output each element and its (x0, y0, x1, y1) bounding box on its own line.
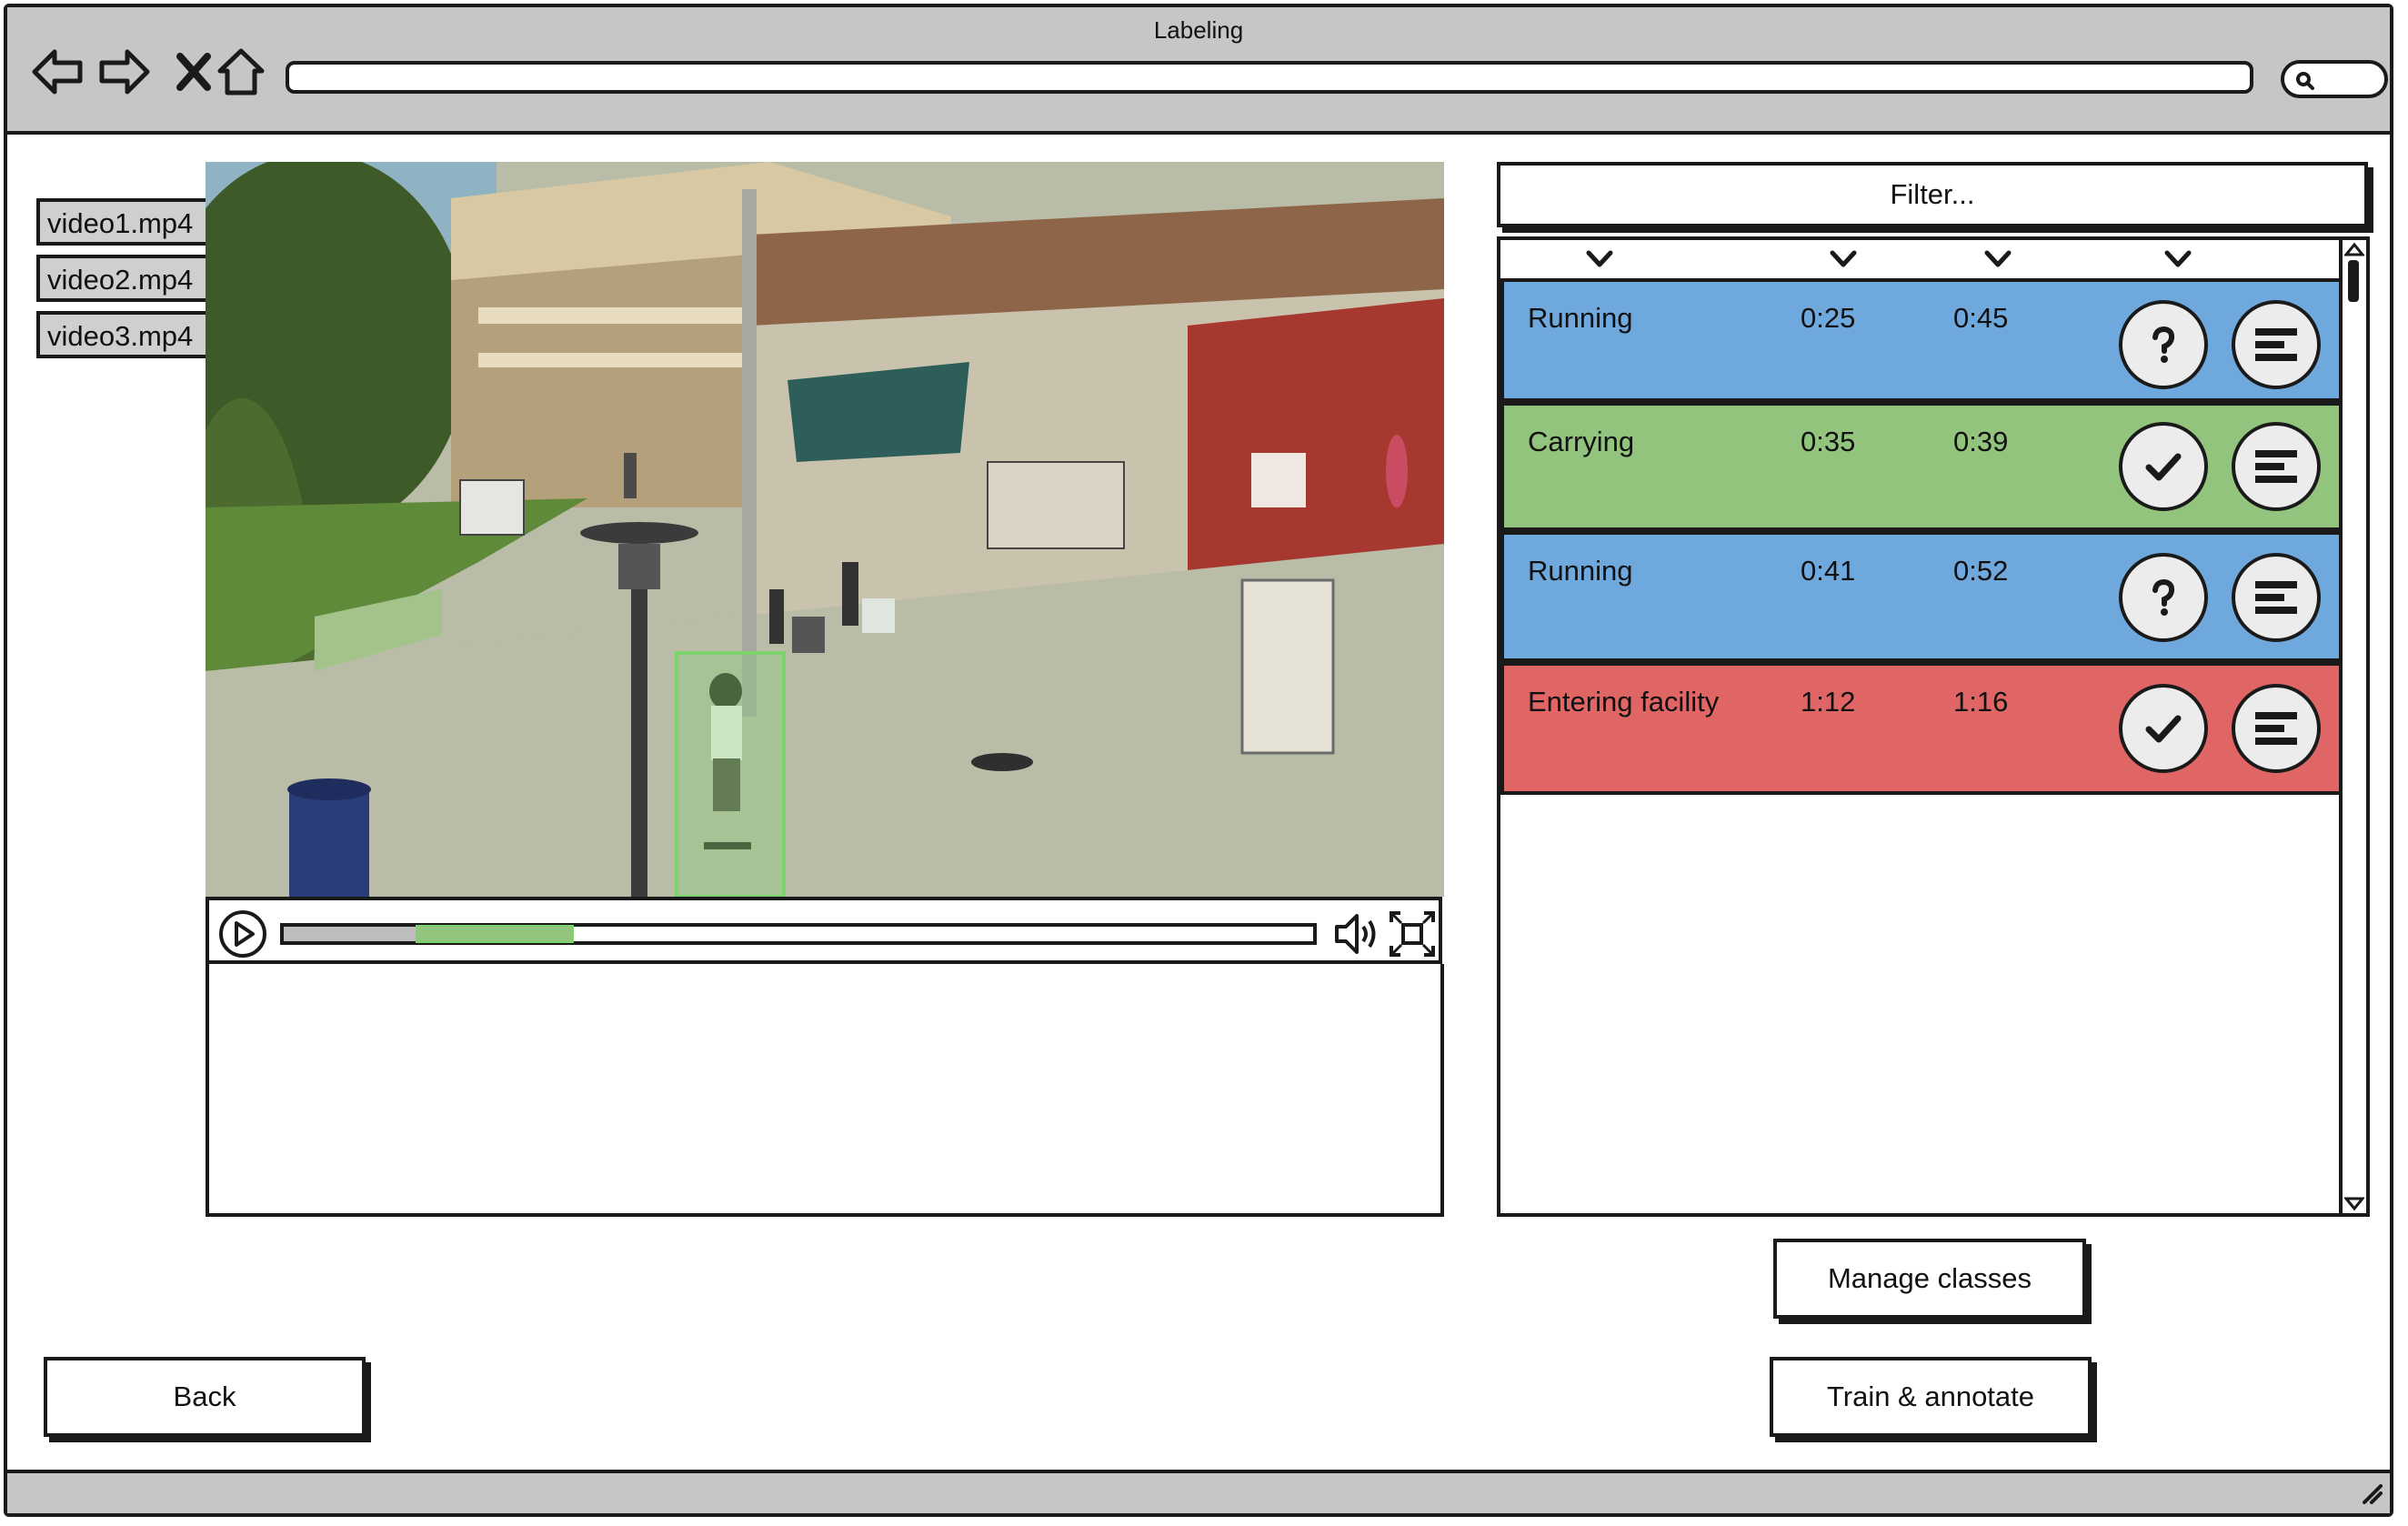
search-icon (2296, 72, 2314, 90)
bounding-box[interactable] (675, 651, 786, 897)
file-tab-label: video1.mp4 (47, 207, 194, 239)
annotation-label: Running (1528, 555, 1633, 587)
manage-classes-label: Manage classes (1827, 1262, 2032, 1294)
video-frame[interactable] (206, 162, 1444, 897)
window-title: Labeling (1153, 16, 1244, 44)
train-annotate-label: Train & annotate (1826, 1380, 2035, 1412)
annotation-start-time: 0:35 (1801, 426, 1856, 457)
file-tab-label: video2.mp4 (47, 264, 194, 296)
fullscreen-icon[interactable] (1388, 909, 1437, 959)
title-bar: Labeling (7, 7, 2390, 135)
annotation-label: Running (1528, 302, 1633, 334)
file-tab-video2[interactable]: video2.mp4 (36, 255, 218, 302)
list-icon (2255, 328, 2297, 361)
question-icon (2152, 326, 2175, 363)
manage-classes-button[interactable]: Manage classes (1773, 1239, 2086, 1319)
annotation-end-time: 1:16 (1953, 686, 2009, 718)
file-tab-label: video3.mp4 (47, 320, 194, 352)
scroll-down-icon[interactable] (2344, 1197, 2364, 1211)
status-bar (7, 1470, 2390, 1513)
chevron-down-icon[interactable] (2162, 247, 2193, 271)
annotation-label: Carrying (1528, 426, 1635, 457)
annotation-label: Entering facility (1528, 686, 1720, 718)
home-icon[interactable] (213, 44, 269, 100)
check-icon (2145, 453, 2182, 481)
scroll-thumb[interactable] (2348, 260, 2359, 302)
annotation-end-time: 0:45 (1953, 302, 2009, 334)
volume-icon[interactable] (1331, 909, 1382, 959)
status-button[interactable] (2119, 684, 2208, 773)
video-description-area[interactable] (206, 964, 1444, 1217)
filter-input[interactable]: Filter... (1497, 162, 2368, 227)
address-bar[interactable] (286, 61, 2253, 94)
forward-arrow-icon[interactable] (96, 44, 153, 100)
video-scene-image (206, 162, 1444, 897)
annotation-start-time: 0:41 (1801, 555, 1856, 587)
details-button[interactable] (2232, 300, 2321, 389)
annotation-row[interactable]: Entering facility 1:12 1:16 (1500, 662, 2343, 795)
back-button[interactable]: Back (44, 1357, 366, 1437)
details-button[interactable] (2232, 684, 2321, 773)
filter-placeholder: Filter... (1890, 178, 1975, 210)
browser-search-field[interactable] (2281, 60, 2388, 98)
status-button[interactable] (2119, 553, 2208, 642)
back-label: Back (173, 1380, 236, 1412)
play-icon[interactable] (216, 908, 269, 960)
timeline-progress (284, 927, 418, 941)
scroll-up-icon[interactable] (2344, 242, 2364, 256)
details-button[interactable] (2232, 553, 2321, 642)
check-icon (2145, 715, 2182, 743)
chevron-down-icon[interactable] (1982, 247, 2013, 271)
file-tab-video3[interactable]: video3.mp4 (36, 311, 218, 358)
list-scrollbar[interactable] (2339, 240, 2366, 1213)
list-icon (2255, 581, 2297, 614)
timeline-segment-highlight (416, 925, 574, 943)
annotation-end-time: 0:52 (1953, 555, 2009, 587)
annotation-start-time: 0:25 (1801, 302, 1856, 334)
list-icon (2255, 712, 2297, 745)
status-button[interactable] (2119, 422, 2208, 511)
annotation-row[interactable]: Running 0:41 0:52 (1500, 531, 2343, 662)
annotation-list: Running 0:25 0:45 Carrying 0:35 0:39 Run (1497, 236, 2370, 1217)
back-arrow-icon[interactable] (29, 44, 85, 100)
chevron-down-icon[interactable] (1584, 247, 1615, 271)
train-annotate-button[interactable]: Train & annotate (1770, 1357, 2092, 1437)
question-icon (2152, 578, 2175, 616)
timeline-slider[interactable] (280, 923, 1317, 945)
player-controls (206, 897, 1442, 964)
details-button[interactable] (2232, 422, 2321, 511)
annotation-start-time: 1:12 (1801, 686, 1856, 718)
annotation-row[interactable]: Carrying 0:35 0:39 (1500, 402, 2343, 531)
status-button[interactable] (2119, 300, 2208, 389)
resize-grip-icon[interactable] (2357, 1479, 2384, 1506)
app-window: Labeling video1.mp4 video2.mp4 video3.mp… (4, 4, 2393, 1517)
annotation-end-time: 0:39 (1953, 426, 2009, 457)
file-tab-video1[interactable]: video1.mp4 (36, 198, 218, 246)
chevron-down-icon[interactable] (1828, 247, 1859, 271)
list-icon (2255, 450, 2297, 483)
annotation-row[interactable]: Running 0:25 0:45 (1500, 278, 2343, 402)
